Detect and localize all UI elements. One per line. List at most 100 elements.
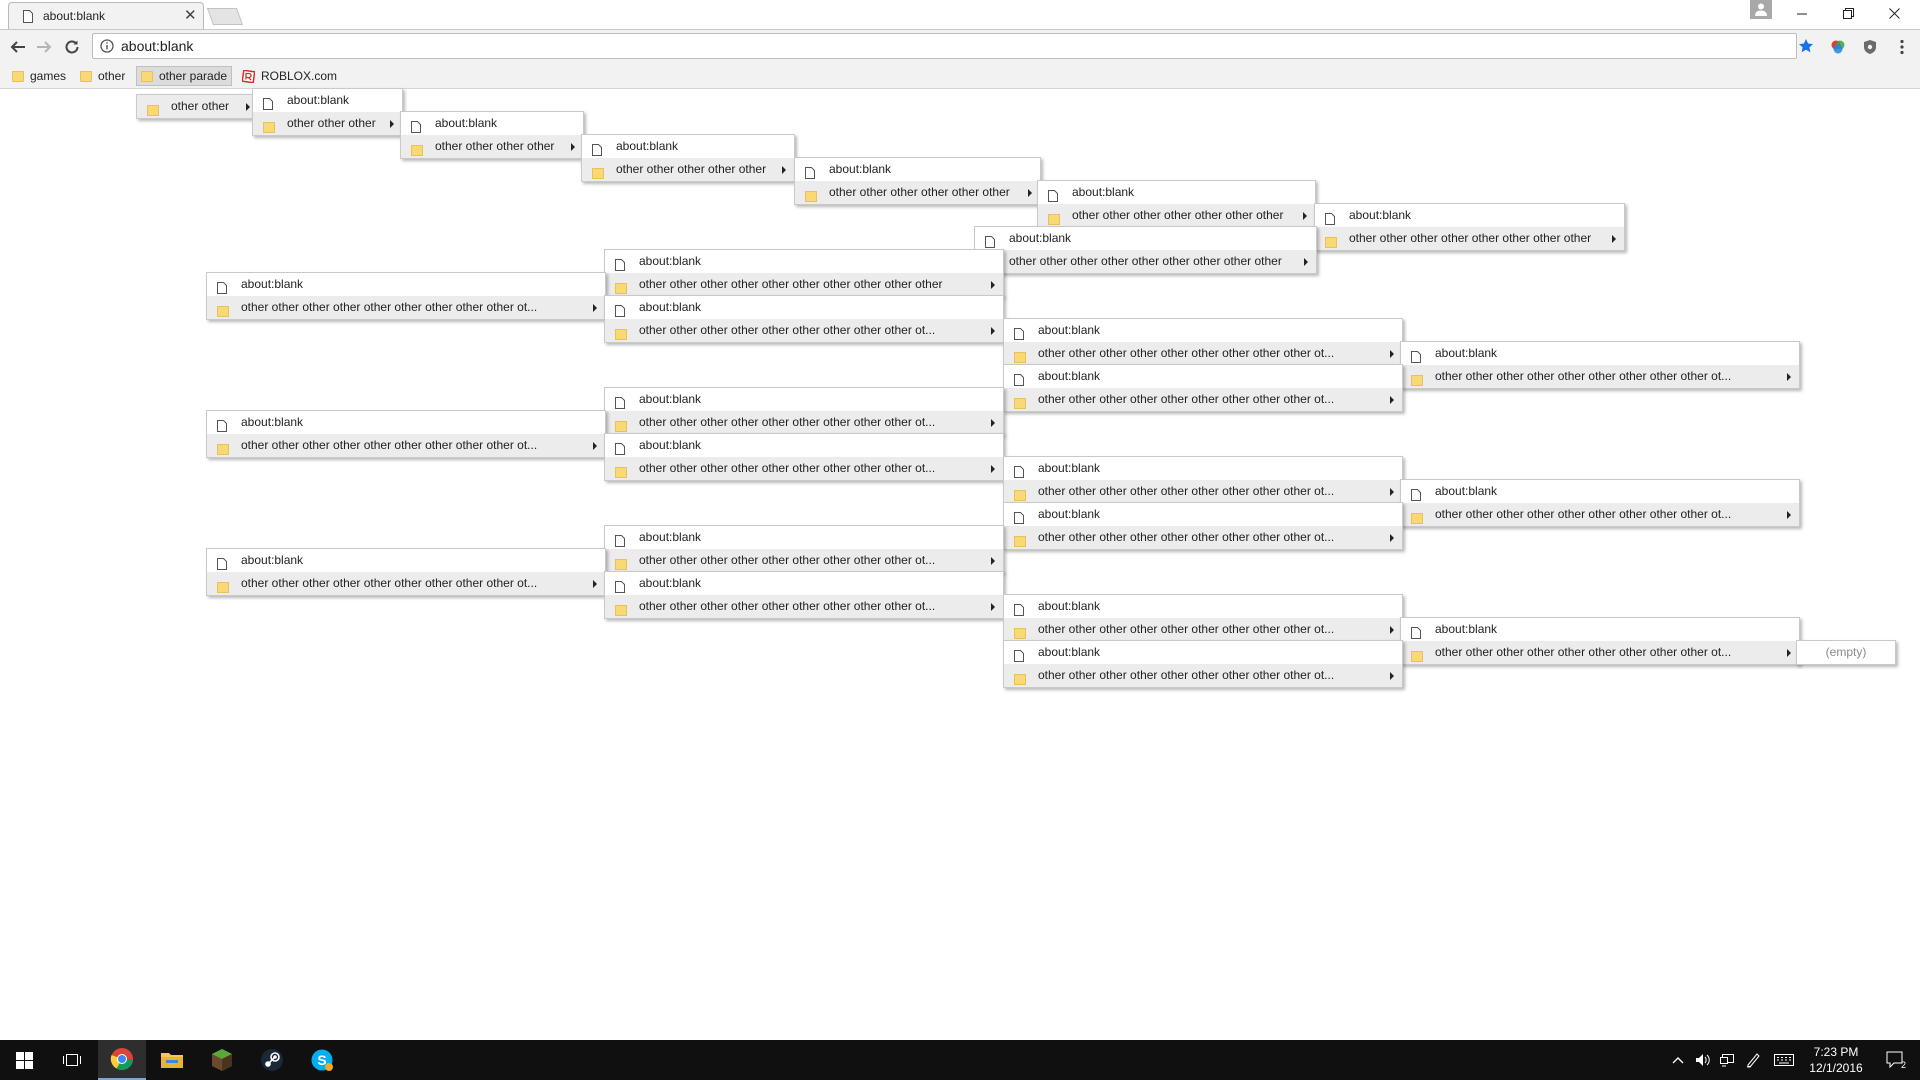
volume-button[interactable] [1692, 1040, 1714, 1080]
submenu-folder-item[interactable]: other other other other other other othe… [207, 572, 605, 595]
submenu-item-label: about:blank [1009, 231, 1072, 245]
submenu-page-item[interactable]: about:blank [1401, 342, 1799, 365]
reload-button[interactable] [60, 35, 84, 59]
submenu-folder-item[interactable]: other other other other other other othe… [605, 595, 1003, 618]
bookmark-folder-other[interactable]: other [76, 66, 129, 86]
submenu-arrow-icon [1787, 511, 1791, 519]
submenu-page-item[interactable]: about:blank [1315, 204, 1624, 227]
submenu-folder-item[interactable]: other other [137, 95, 258, 118]
folder-icon [805, 187, 817, 210]
shield-extension-icon[interactable] [1861, 38, 1879, 56]
submenu-folder-item[interactable]: other other other other other other othe… [605, 457, 1003, 480]
bookmark-submenu: about:blank other other other other other… [604, 433, 1004, 481]
submenu-page-item[interactable]: about:blank [1004, 503, 1402, 526]
submenu-folder-item[interactable]: other other other other other other othe… [1004, 618, 1402, 641]
submenu-folder-item[interactable]: other other other other other [582, 158, 794, 181]
empty-placeholder: (empty) [1825, 645, 1867, 659]
submenu-page-item[interactable]: about:blank [605, 572, 1003, 595]
submenu-folder-item[interactable]: other other other other other other [795, 181, 1040, 204]
submenu-folder-item[interactable]: other other other other other other othe… [1038, 204, 1315, 227]
submenu-item-label: about:blank [1038, 599, 1101, 613]
file-explorer-taskbar-button[interactable] [148, 1040, 196, 1080]
submenu-folder-item[interactable]: other other other other other other othe… [605, 273, 1003, 296]
submenu-folder-item[interactable]: other other other other other other othe… [1004, 664, 1402, 687]
bookmark-roblox[interactable]: ROBLOX.com [238, 66, 341, 86]
url-input[interactable] [121, 36, 1721, 56]
close-icon[interactable]: ✕ [184, 6, 197, 24]
skype-taskbar-button[interactable]: S [298, 1040, 346, 1080]
submenu-folder-item[interactable]: other other other other other other othe… [1315, 227, 1624, 250]
submenu-page-item[interactable]: about:blank [1004, 457, 1402, 480]
submenu-page-item[interactable]: about:blank [1004, 365, 1402, 388]
submenu-page-item[interactable]: about:blank [1004, 641, 1402, 664]
submenu-folder-item[interactable]: other other other other other other othe… [1004, 342, 1402, 365]
submenu-folder-item[interactable]: other other other other other other othe… [207, 434, 605, 457]
submenu-folder-item[interactable]: other other other other other other othe… [975, 250, 1316, 273]
start-button[interactable] [0, 1040, 48, 1080]
bookmark-star-icon[interactable] [1798, 38, 1814, 57]
submenu-folder-item[interactable]: other other other [253, 112, 402, 135]
action-center-button[interactable]: 2 [1878, 1040, 1914, 1080]
submenu-page-item[interactable]: about:blank [582, 135, 794, 158]
submenu-page-item[interactable]: about:blank [1401, 480, 1799, 503]
submenu-page-item[interactable]: about:blank [605, 388, 1003, 411]
submenu-page-item[interactable]: about:blank [975, 227, 1316, 250]
submenu-page-item[interactable]: about:blank [605, 250, 1003, 273]
submenu-folder-item[interactable]: other other other other other other othe… [1004, 480, 1402, 503]
submenu-folder-item[interactable]: other other other other other other othe… [1401, 641, 1799, 664]
submenu-item-label: other other other other other other othe… [1009, 254, 1282, 268]
submenu-page-item[interactable]: about:blank [207, 273, 605, 296]
minimize-button[interactable] [1780, 0, 1825, 27]
restore-button[interactable] [1826, 0, 1871, 27]
steam-taskbar-button[interactable] [248, 1040, 296, 1080]
submenu-folder-item[interactable]: other other other other other other othe… [1004, 526, 1402, 549]
submenu-page-item[interactable]: about:blank [1004, 319, 1402, 342]
submenu-page-item[interactable]: about:blank [1038, 181, 1315, 204]
submenu-item-label: about:blank [435, 116, 498, 130]
submenu-page-item[interactable]: about:blank [605, 296, 1003, 319]
bookmark-submenu: about:blank other other other other other… [604, 295, 1004, 343]
network-button[interactable] [1716, 1040, 1738, 1080]
submenu-folder-item[interactable]: other other other other other other othe… [1004, 388, 1402, 411]
system-clock[interactable]: 7:23 PM 12/1/2016 [1792, 1044, 1880, 1076]
submenu-arrow-icon [1028, 189, 1032, 197]
submenu-item-label: about:blank [639, 254, 702, 268]
submenu-folder-item[interactable]: other other other other other other othe… [605, 549, 1003, 572]
submenu-page-item[interactable]: about:blank [1004, 595, 1402, 618]
show-hidden-icons-button[interactable] [1668, 1040, 1688, 1080]
submenu-item-label: about:blank [1038, 461, 1101, 475]
new-tab-button[interactable] [206, 8, 244, 25]
submenu-folder-item[interactable]: other other other other [401, 135, 583, 158]
submenu-page-item[interactable]: about:blank [605, 526, 1003, 549]
task-view-button[interactable] [48, 1040, 96, 1080]
forward-arrow-icon [37, 41, 52, 53]
address-bar[interactable] [92, 33, 1813, 59]
submenu-page-item[interactable]: about:blank [207, 549, 605, 572]
bookmark-folder-games[interactable]: games [8, 66, 70, 86]
submenu-page-item[interactable]: about:blank [1401, 618, 1799, 641]
submenu-folder-item[interactable]: other other other other other other othe… [207, 296, 605, 319]
back-button[interactable] [6, 35, 30, 59]
submenu-page-item[interactable]: about:blank [401, 112, 583, 135]
profile-button[interactable] [1750, 0, 1772, 19]
forward-button[interactable] [32, 35, 56, 59]
submenu-folder-item[interactable]: other other other other other other othe… [1401, 503, 1799, 526]
submenu-item-label: about:blank [241, 553, 304, 567]
submenu-folder-item[interactable]: other other other other other other othe… [605, 319, 1003, 342]
submenu-page-item[interactable]: about:blank [253, 89, 402, 112]
close-window-button[interactable] [1872, 0, 1917, 27]
submenu-page-item[interactable]: about:blank [605, 434, 1003, 457]
bookmark-folder-other-parade[interactable]: other parade [136, 66, 233, 86]
submenu-page-item[interactable]: about:blank [207, 411, 605, 434]
submenu-item-label: other other other other other other othe… [639, 277, 943, 291]
submenu-folder-item[interactable]: other other other other other other othe… [605, 411, 1003, 434]
menu-kebab-icon[interactable] [1893, 38, 1911, 56]
chrome-taskbar-button[interactable] [98, 1040, 146, 1080]
minecraft-taskbar-button[interactable] [198, 1040, 246, 1080]
color-extension-icon[interactable] [1829, 38, 1847, 56]
pen-workspace-button[interactable] [1742, 1040, 1764, 1080]
submenu-page-item[interactable]: about:blank [795, 158, 1040, 181]
browser-tab[interactable]: about:blank ✕ [8, 2, 204, 29]
info-icon[interactable] [100, 39, 114, 56]
submenu-folder-item[interactable]: other other other other other other othe… [1401, 365, 1799, 388]
